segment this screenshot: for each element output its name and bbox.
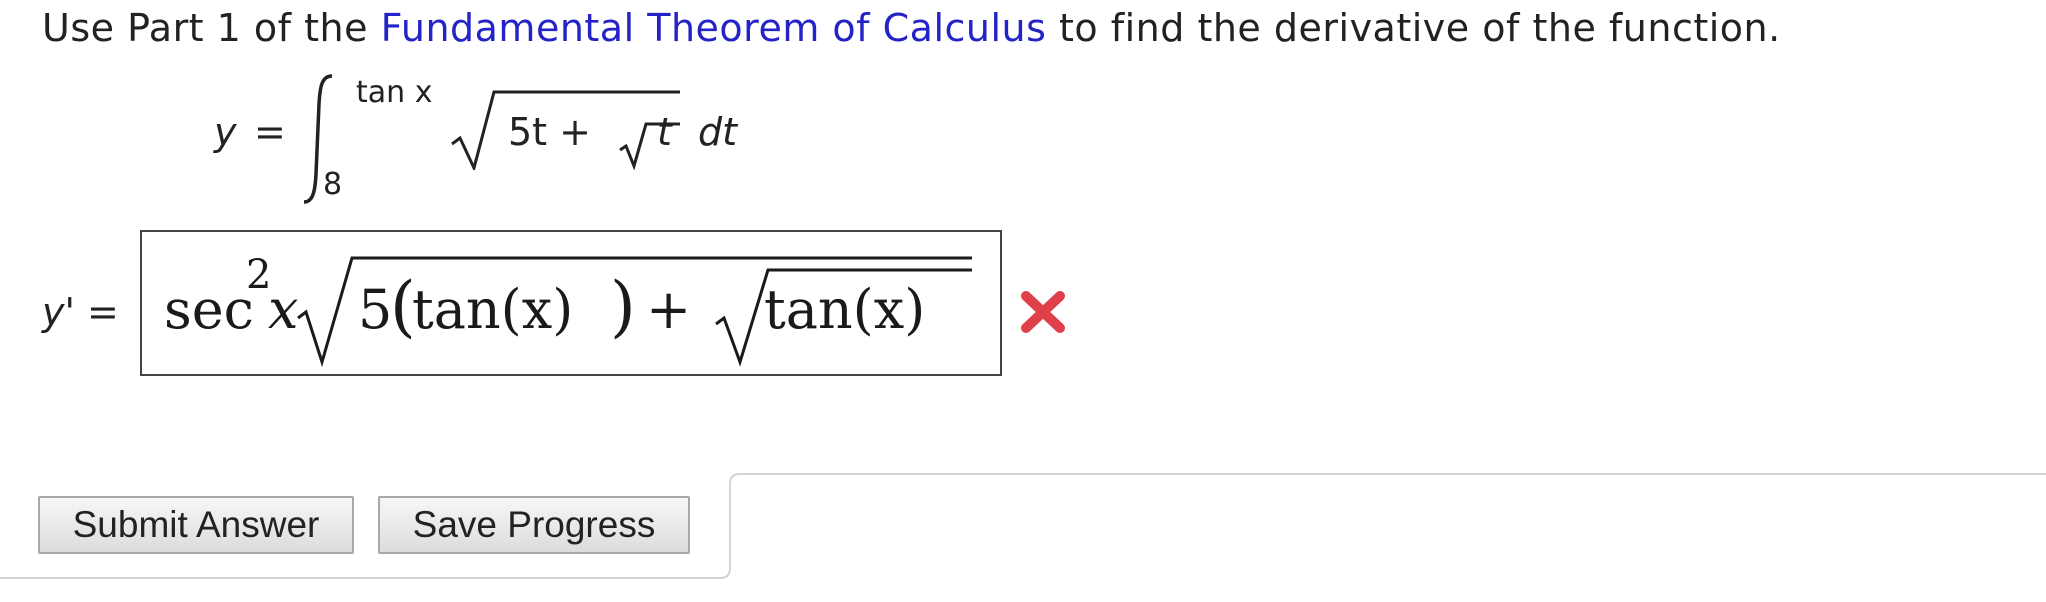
integrand-inner: t [657, 110, 672, 154]
answer-label: y' = [42, 290, 119, 334]
answer-sec: sec [164, 278, 254, 341]
answer-label-var: y' [42, 290, 75, 334]
formula-equals: = [254, 110, 286, 154]
integral-differential: dt [698, 110, 738, 154]
answer-plus: + [646, 278, 692, 341]
problem-formula: y = tan x 8 5t + t dt [0, 70, 1000, 210]
question-prefix: Use Part 1 of the [42, 6, 381, 50]
integral-upper-limit: tan x [356, 75, 433, 110]
formula-lhs: y [214, 110, 237, 154]
question-suffix: to find the derivative of the function. [1046, 6, 1781, 50]
question-text: Use Part 1 of the Fundamental Theorem of… [42, 6, 1781, 50]
answer-five: 5 [358, 278, 393, 341]
answer-tan-2: tan(x) [764, 278, 926, 341]
answer-close-paren: ) [610, 268, 636, 345]
submit-answer-button[interactable]: Submit Answer [38, 496, 354, 554]
answer-tan-1: tan(x) [412, 278, 574, 341]
incorrect-x-icon [1021, 291, 1065, 333]
answer-label-eq: = [74, 290, 119, 334]
integral-lower-limit: 8 [323, 167, 343, 202]
answer-x: x [268, 278, 299, 341]
integrand-head: 5t + [508, 110, 591, 154]
ftc-link[interactable]: Fundamental Theorem of Calculus [381, 6, 1047, 50]
save-progress-button[interactable]: Save Progress [378, 496, 690, 554]
